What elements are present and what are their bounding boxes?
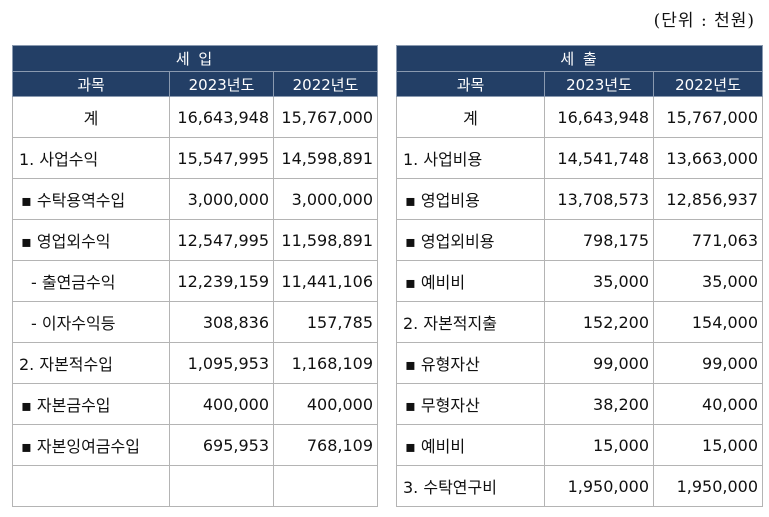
income-table-row: 1. 사업수익 15,547,995 14,598,891 [12,137,378,179]
expense-table-row: ▪ 무형자산 38,200 40,000 [396,383,763,425]
expense-col-subject: 과목 [396,71,545,97]
income-value-2022: 1,168,109 [273,342,378,384]
expense-section-header: 세 출 [396,45,763,72]
expense-value-2023: 99,000 [544,342,654,384]
expense-table-row: ▪ 영업외비용 798,175 771,063 [396,219,763,261]
expense-value-2022: 15,767,000 [653,96,763,138]
expense-value-2023: 14,541,748 [544,137,654,179]
income-value-2022: 157,785 [273,301,378,343]
expense-table-row: ▪ 예비비 35,000 35,000 [396,260,763,302]
income-row-label: 2. 자본적수입 [12,342,170,384]
expense-row-label: 1. 사업비용 [396,137,545,179]
expense-row-label: ▪ 예비비 [396,260,545,302]
income-col-2023: 2023년도 [169,71,274,97]
income-table-row [12,465,378,507]
expense-row-label: 3. 수탁연구비 [396,465,545,507]
expense-value-2023: 798,175 [544,219,654,261]
expense-value-2022: 35,000 [653,260,763,302]
income-table-row: ▪ 수탁용역수입 3,000,000 3,000,000 [12,178,378,220]
income-value-2022: 3,000,000 [273,178,378,220]
expense-table-row: ▪ 유형자산 99,000 99,000 [396,342,763,384]
expense-value-2022: 99,000 [653,342,763,384]
income-value-2023: 1,095,953 [169,342,274,384]
income-value-2022: 768,109 [273,424,378,466]
income-value-2023: 15,547,995 [169,137,274,179]
income-value-2023: 695,953 [169,424,274,466]
income-table-row: 2. 자본적수입 1,095,953 1,168,109 [12,342,378,384]
income-table-row: 계 16,643,948 15,767,000 [12,96,378,138]
expense-value-2022: 154,000 [653,301,763,343]
income-value-2023: 12,239,159 [169,260,274,302]
expense-col-2023: 2023년도 [544,71,654,97]
income-section-header: 세 입 [12,45,378,72]
expense-value-2023: 16,643,948 [544,96,654,138]
expense-row-label: 2. 자본적지출 [396,301,545,343]
income-value-2023: 16,643,948 [169,96,274,138]
income-value-2023: 12,547,995 [169,219,274,261]
income-table-row: ▪ 자본잉여금수입 695,953 768,109 [12,424,378,466]
income-row-label: - 출연금수익 [12,260,170,302]
expense-value-2023: 15,000 [544,424,654,466]
income-table-row: ▪ 영업외수익 12,547,995 11,598,891 [12,219,378,261]
expense-row-label: ▪ 예비비 [396,424,545,466]
income-row-label [12,465,170,507]
expense-value-2022: 13,663,000 [653,137,763,179]
income-value-2022 [273,465,378,507]
expense-row-label: ▪ 유형자산 [396,342,545,384]
expense-value-2022: 15,000 [653,424,763,466]
expense-table-row: 계 16,643,948 15,767,000 [396,96,763,138]
income-table: 세 입 과목 2023년도 2022년도 계 16,643,948 15,767,0… [12,45,378,507]
income-value-2023: 3,000,000 [169,178,274,220]
income-value-2023 [169,465,274,507]
expense-col-2022: 2022년도 [653,71,763,97]
income-value-2022: 11,598,891 [273,219,378,261]
income-row-label: ▪ 자본잉여금수입 [12,424,170,466]
income-row-label: ▪ 영업외수익 [12,219,170,261]
expense-row-label: ▪ 무형자산 [396,383,545,425]
expense-table-row: 3. 수탁연구비 1,950,000 1,950,000 [396,465,763,507]
expense-row-label: ▪ 영업외비용 [396,219,545,261]
expense-table: 세 출 과목 2023년도 2022년도 계 16,643,948 15,767,0… [396,45,763,507]
income-table-row: ▪ 자본금수입 400,000 400,000 [12,383,378,425]
expense-table-row: 2. 자본적지출 152,200 154,000 [396,301,763,343]
income-value-2022: 400,000 [273,383,378,425]
income-col-subject: 과목 [12,71,170,97]
income-value-2022: 14,598,891 [273,137,378,179]
expense-value-2023: 13,708,573 [544,178,654,220]
expense-value-2023: 38,200 [544,383,654,425]
expense-value-2023: 152,200 [544,301,654,343]
income-row-label: - 이자수익등 [12,301,170,343]
income-table-row: - 출연금수익 12,239,159 11,441,106 [12,260,378,302]
expense-table-row: ▪ 영업비용 13,708,573 12,856,937 [396,178,763,220]
expense-value-2023: 1,950,000 [544,465,654,507]
income-row-label: 계 [12,96,170,138]
income-value-2023: 308,836 [169,301,274,343]
expense-value-2022: 771,063 [653,219,763,261]
expense-row-label: ▪ 영업비용 [396,178,545,220]
expense-table-row: 1. 사업비용 14,541,748 13,663,000 [396,137,763,179]
income-value-2023: 400,000 [169,383,274,425]
income-row-label: ▪ 수탁용역수입 [12,178,170,220]
income-col-2022: 2022년도 [273,71,378,97]
expense-row-label: 계 [396,96,545,138]
expense-value-2022: 40,000 [653,383,763,425]
expense-table-row: ▪ 예비비 15,000 15,000 [396,424,763,466]
income-row-label: 1. 사업수익 [12,137,170,179]
income-value-2022: 11,441,106 [273,260,378,302]
expense-value-2022: 12,856,937 [653,178,763,220]
expense-value-2023: 35,000 [544,260,654,302]
expense-value-2022: 1,950,000 [653,465,763,507]
income-value-2022: 15,767,000 [273,96,378,138]
unit-note: (단위 : 천원) [653,11,755,31]
income-table-row: - 이자수익등 308,836 157,785 [12,301,378,343]
income-row-label: ▪ 자본금수입 [12,383,170,425]
